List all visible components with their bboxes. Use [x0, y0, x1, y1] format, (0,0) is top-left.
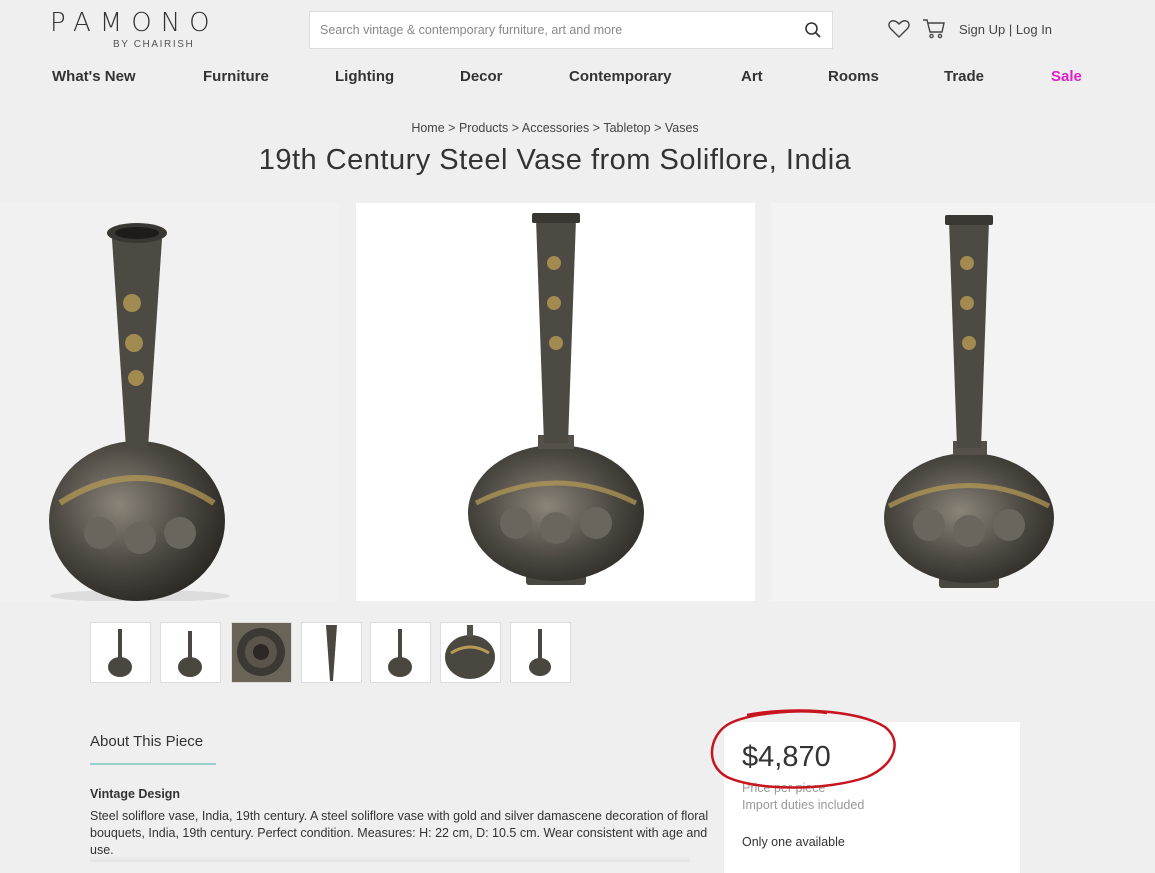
thumbnail-1[interactable]	[90, 622, 151, 683]
nav-item-trade[interactable]: Trade	[944, 68, 984, 85]
availability-status: Only one available	[742, 835, 845, 849]
breadcrumb-separator: >	[592, 121, 601, 135]
breadcrumb-home[interactable]: Home	[411, 121, 444, 135]
nav-item-decor[interactable]: Decor	[460, 68, 503, 85]
breadcrumb-products[interactable]: Products	[459, 121, 508, 135]
search-icon[interactable]	[804, 21, 822, 39]
cart-icon[interactable]	[922, 18, 946, 40]
product-price: $4,870	[742, 741, 831, 773]
heart-icon[interactable]	[888, 19, 910, 39]
logo-wordmark: PAMONO	[50, 8, 219, 38]
breadcrumb-separator: >	[654, 121, 662, 135]
main-nav: What's New Furniture Lighting Decor Cont…	[0, 68, 1155, 88]
search-bar	[309, 11, 833, 49]
auth-links: Sign Up | Log In	[959, 22, 1052, 37]
sign-up-link[interactable]: Sign Up	[959, 22, 1005, 37]
page-title: 19th Century Steel Vase from Soliflore, …	[258, 144, 852, 176]
product-photo-1[interactable]	[0, 203, 339, 601]
breadcrumb-tabletop[interactable]: Tabletop	[603, 121, 650, 135]
about-underline	[90, 763, 216, 765]
breadcrumb-vases[interactable]: Vases	[665, 121, 699, 135]
logo-subtitle: BY CHAIRISH	[113, 39, 195, 50]
breadcrumb: Home > Products > Accessories > Tabletop…	[0, 121, 1110, 135]
product-description: Steel soliflore vase, India, 19th centur…	[90, 809, 709, 857]
thumbnail-7[interactable]	[510, 622, 571, 683]
nav-item-lighting[interactable]: Lighting	[335, 68, 394, 85]
price-note: Price per piece	[742, 781, 826, 795]
thumbnail-4[interactable]	[301, 622, 362, 683]
thumbnail-6[interactable]	[440, 622, 501, 683]
about-subheading: Vintage Design	[90, 787, 181, 801]
breadcrumb-separator: >	[511, 121, 520, 135]
nav-item-contemporary[interactable]: Contemporary	[569, 68, 672, 85]
nav-item-sale[interactable]: Sale	[1051, 68, 1082, 85]
nav-item-furniture[interactable]: Furniture	[203, 68, 269, 85]
duties-note: Import duties included	[742, 798, 865, 812]
thumbnail-2[interactable]	[160, 622, 221, 683]
auth-separator: |	[1008, 22, 1013, 37]
thumbnail-5[interactable]	[370, 622, 431, 683]
search-input[interactable]	[310, 12, 780, 48]
nav-item-art[interactable]: Art	[741, 68, 763, 85]
about-heading[interactable]: About This Piece	[90, 733, 203, 750]
description-fade	[90, 856, 690, 862]
pamono-logo[interactable]: PAMONO BY CHAIRISH	[50, 9, 255, 55]
product-photo-3[interactable]	[771, 203, 1155, 601]
breadcrumb-separator: >	[448, 121, 456, 135]
log-in-link[interactable]: Log In	[1016, 22, 1052, 37]
nav-item-whats-new[interactable]: What's New	[52, 68, 136, 85]
nav-item-rooms[interactable]: Rooms	[828, 68, 879, 85]
thumbnail-3[interactable]	[231, 622, 292, 683]
breadcrumb-accessories[interactable]: Accessories	[522, 121, 589, 135]
product-photo-2[interactable]	[356, 203, 755, 601]
